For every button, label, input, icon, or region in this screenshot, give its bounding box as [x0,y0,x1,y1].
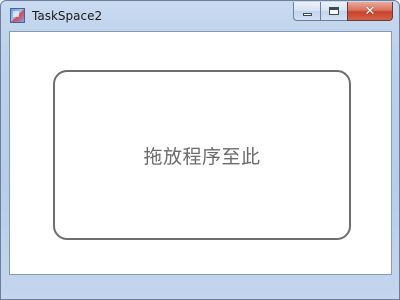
minimize-button[interactable] [293,2,320,21]
title-bar[interactable]: TaskSpace2 ✕ [1,1,399,31]
close-icon: ✕ [364,3,376,19]
caption-buttons: ✕ [293,2,393,21]
close-button[interactable]: ✕ [347,2,393,21]
app-window: TaskSpace2 ✕ 拖放程序至此 [0,0,400,300]
drop-zone[interactable]: 拖放程序至此 [53,70,351,240]
minimize-icon [302,12,312,16]
window-title: TaskSpace2 [32,9,103,23]
app-icon[interactable] [10,8,25,23]
drop-zone-label: 拖放程序至此 [143,145,261,168]
client-area: 拖放程序至此 [9,31,392,275]
maximize-button[interactable] [320,2,347,21]
maximize-icon [329,7,339,15]
